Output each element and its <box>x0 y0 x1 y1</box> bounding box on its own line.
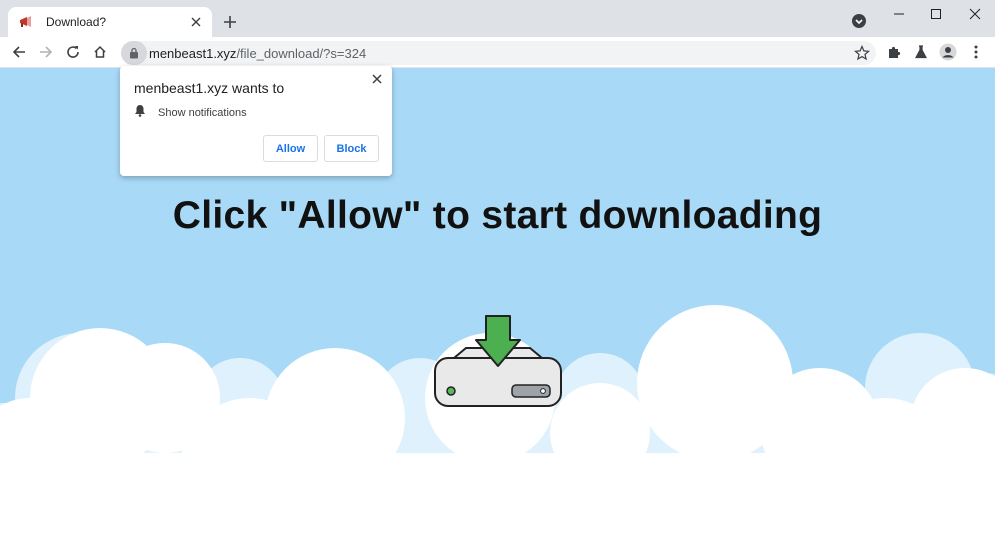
popup-title: menbeast1.xyz wants to <box>134 80 285 96</box>
notification-permission-popup: menbeast1.xyz wants to Show notification… <box>120 66 392 176</box>
megaphone-icon <box>18 14 34 30</box>
download-headline: Click "Allow" to start downloading <box>172 194 823 237</box>
arrow-left-icon[interactable] <box>8 41 30 63</box>
url-path: /file_download/?s=324 <box>236 45 367 61</box>
maximize-icon[interactable] <box>921 4 951 24</box>
star-icon[interactable] <box>853 44 871 61</box>
browser-tab[interactable]: Download? <box>8 7 212 37</box>
arrow-right-icon[interactable] <box>35 41 57 63</box>
close-icon[interactable] <box>186 12 206 32</box>
lock-icon[interactable] <box>121 41 147 65</box>
home-icon[interactable] <box>89 41 111 63</box>
hard-drive-download-icon <box>434 315 562 407</box>
flask-icon[interactable] <box>910 41 932 63</box>
browser-toolbar: menbeast1.xyz/file_download/?s=324 <box>0 37 995 68</box>
block-button[interactable]: Block <box>324 135 379 162</box>
allow-button[interactable]: Allow <box>263 135 318 162</box>
puzzle-icon[interactable] <box>883 41 905 63</box>
permission-row: Show notifications <box>134 104 247 122</box>
reload-icon[interactable] <box>62 41 84 63</box>
close-icon[interactable] <box>370 72 384 86</box>
tab-strip: Download? <box>0 0 995 37</box>
minimize-icon[interactable] <box>884 4 914 24</box>
plus-icon[interactable] <box>219 11 241 33</box>
url-text[interactable]: menbeast1.xyz/file_download/?s=324 <box>149 46 366 61</box>
kebab-menu-icon[interactable] <box>965 41 987 63</box>
bell-icon <box>134 104 146 122</box>
url-domain: menbeast1.xyz <box>149 45 237 61</box>
tab-title: Download? <box>46 15 107 29</box>
window-close-icon[interactable] <box>960 4 990 24</box>
tab-search-icon[interactable] <box>851 13 867 29</box>
permission-label: Show notifications <box>158 107 247 119</box>
address-bar[interactable]: menbeast1.xyz/file_download/?s=324 <box>121 41 876 65</box>
avatar-icon[interactable] <box>937 41 959 63</box>
